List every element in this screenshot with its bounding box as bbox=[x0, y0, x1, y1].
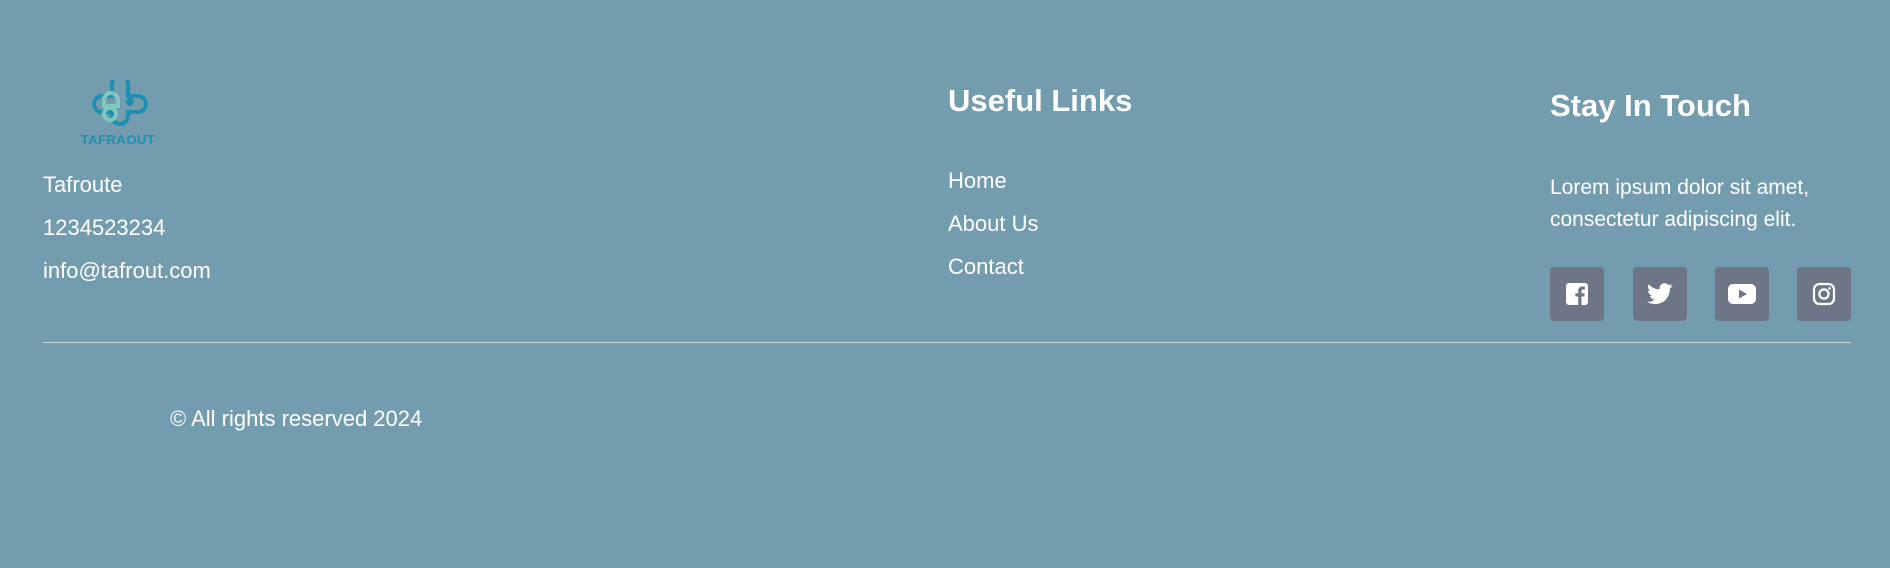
twitter-icon bbox=[1647, 283, 1673, 305]
footer-link-home[interactable]: Home bbox=[948, 168, 1007, 194]
stay-in-touch-text: Lorem ipsum dolor sit amet, consectetur … bbox=[1550, 176, 1810, 231]
footer-link-about-us[interactable]: About Us bbox=[948, 211, 1039, 237]
twitter-button[interactable] bbox=[1633, 267, 1687, 321]
cross-logo-icon bbox=[92, 80, 148, 126]
useful-links-title: Useful Links bbox=[948, 83, 1133, 118]
copyright-text: © All rights reserved 2024 bbox=[170, 406, 423, 431]
youtube-icon bbox=[1728, 284, 1756, 304]
logo-wordmark: TAFRAOUT bbox=[80, 132, 156, 147]
youtube-button[interactable] bbox=[1715, 267, 1769, 321]
contact-phone: 1234523234 bbox=[43, 215, 166, 240]
contact-email[interactable]: info@tafrout.com bbox=[43, 258, 211, 284]
site-footer: TAFRAOUT Tafroute 1234523234 info@tafrou… bbox=[0, 0, 1890, 568]
footer-link-contact[interactable]: Contact bbox=[948, 254, 1024, 280]
stay-in-touch-title: Stay In Touch bbox=[1550, 88, 1751, 123]
facebook-button[interactable] bbox=[1550, 267, 1604, 321]
instagram-icon bbox=[1812, 282, 1836, 306]
brand-logo[interactable]: TAFRAOUT bbox=[74, 80, 162, 158]
contact-name: Tafroute bbox=[43, 172, 123, 197]
footer-divider bbox=[43, 342, 1851, 343]
facebook-icon bbox=[1566, 283, 1588, 305]
instagram-button[interactable] bbox=[1797, 267, 1851, 321]
